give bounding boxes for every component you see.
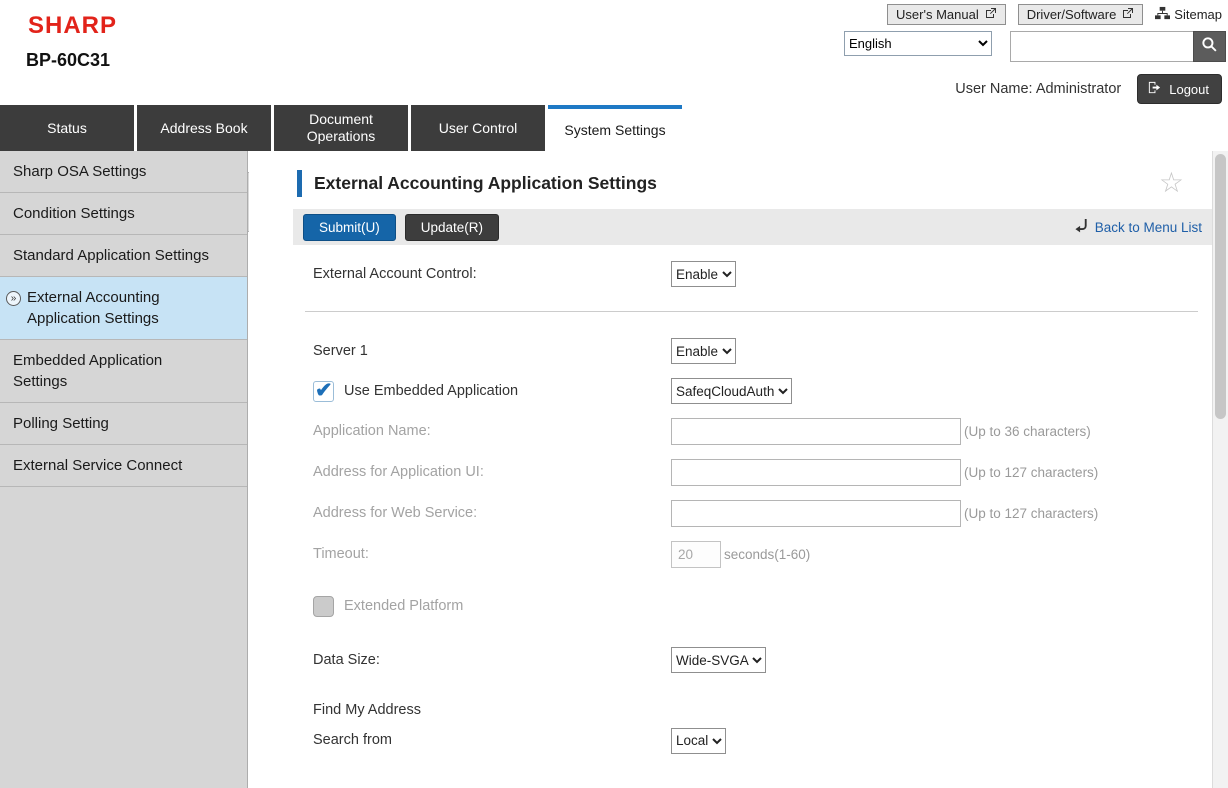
search-icon (1201, 36, 1218, 58)
extended-platform-checkbox[interactable] (313, 596, 334, 617)
external-account-control-row: External Account Control: Enable (313, 261, 1198, 287)
address-web-service-input[interactable] (671, 500, 961, 527)
back-to-menu-label: Back to Menu List (1095, 220, 1202, 235)
main-tab-bar: Status Address Book Document Operations … (0, 105, 1228, 151)
current-item-icon: » (6, 291, 21, 306)
external-link-icon (985, 7, 997, 22)
sidebar-item-condition-settings[interactable]: Condition Settings (0, 193, 247, 235)
external-link-icon (1122, 7, 1134, 22)
scrollbar-thumb[interactable] (1215, 154, 1226, 419)
sidebar-item-polling-setting[interactable]: Polling Setting (0, 403, 247, 445)
user-name-label: User Name: Administrator (955, 81, 1121, 97)
sidebar-item-external-accounting-application-settings[interactable]: » External Accounting Application Settin… (0, 277, 247, 340)
vertical-scrollbar[interactable] (1212, 151, 1228, 788)
title-row: External Accounting Application Settings… (297, 169, 1198, 197)
data-size-select[interactable]: Wide-SVGA (671, 647, 766, 673)
application-name-label: Application Name: (313, 422, 671, 441)
sidebar-item-sharp-osa-settings[interactable]: Sharp OSA Settings (0, 151, 247, 193)
tab-user-control[interactable]: User Control (411, 105, 545, 151)
use-embedded-application-checkbox[interactable]: ✔ (313, 381, 334, 402)
checkmark-icon: ✔ (315, 377, 333, 404)
favorite-star-icon[interactable]: ☆ (1159, 169, 1184, 197)
tab-document-operations[interactable]: Document Operations (274, 105, 408, 151)
back-to-menu-link[interactable]: Back to Menu List (1074, 218, 1202, 237)
back-icon (1074, 218, 1089, 237)
timeout-input[interactable] (671, 541, 721, 568)
sitemap-icon (1155, 6, 1170, 24)
external-account-control-select[interactable]: Enable (671, 261, 736, 287)
data-size-row: Data Size: Wide-SVGA (313, 647, 1198, 673)
search-from-label: Search from (313, 731, 671, 750)
address-application-ui-row: Address for Application UI: (Up to 127 c… (313, 459, 1198, 486)
address-application-ui-label: Address for Application UI: (313, 463, 671, 482)
timeout-hint: seconds(1-60) (724, 547, 810, 562)
device-model: BP-60C31 (26, 50, 110, 71)
page-header: SHARP BP-60C31 User's Manual Driver/Soft… (0, 0, 1228, 105)
tab-system-settings[interactable]: System Settings (548, 105, 682, 151)
title-accent-bar (297, 170, 302, 197)
sharp-logo: SHARP (28, 12, 117, 40)
main-content: External Accounting Application Settings… (249, 151, 1212, 788)
application-name-row: Application Name: (Up to 36 characters) (313, 418, 1198, 445)
search-button[interactable] (1193, 31, 1226, 62)
update-button[interactable]: Update(R) (405, 214, 499, 241)
use-embedded-application-label: Use Embedded Application (344, 382, 518, 401)
address-web-service-hint: (Up to 127 characters) (964, 506, 1098, 521)
use-embedded-application-row: ✔ Use Embedded Application SafeqCloudAut… (313, 378, 1198, 404)
header-user-row: User Name: Administrator Logout (955, 74, 1222, 104)
sidebar-item-label: External Accounting Application Settings (27, 289, 160, 327)
server1-row: Server 1 Enable (313, 338, 1198, 364)
tab-status[interactable]: Status (0, 105, 134, 151)
settings-sidebar: Sharp OSA Settings Condition Settings St… (0, 151, 248, 788)
logout-label: Logout (1169, 82, 1209, 97)
sidebar-item-external-service-connect[interactable]: External Service Connect (0, 445, 247, 487)
header-links-row: User's Manual Driver/Software Sitemap (887, 4, 1222, 25)
find-my-address-label: Find My Address (313, 701, 671, 720)
action-toolbar: Submit(U) Update(R) Back to Menu List (293, 209, 1212, 245)
search-from-row: Search from Local (313, 728, 1198, 754)
tab-address-book[interactable]: Address Book (137, 105, 271, 151)
driver-software-label: Driver/Software (1027, 7, 1117, 22)
address-application-ui-hint: (Up to 127 characters) (964, 465, 1098, 480)
timeout-row: Timeout: seconds(1-60) (313, 541, 1198, 568)
server1-label: Server 1 (313, 342, 671, 361)
page-title: External Accounting Application Settings (314, 173, 1159, 194)
users-manual-label: User's Manual (896, 7, 979, 22)
timeout-label: Timeout: (313, 545, 671, 564)
data-size-label: Data Size: (313, 651, 671, 670)
application-name-input[interactable] (671, 418, 961, 445)
address-web-service-row: Address for Web Service: (Up to 127 char… (313, 500, 1198, 527)
search-from-select[interactable]: Local (671, 728, 726, 754)
header-tools-row: English (844, 31, 1226, 62)
sitemap-link[interactable]: Sitemap (1155, 6, 1222, 24)
search-box (1010, 31, 1226, 62)
extended-platform-row: Extended Platform (313, 596, 1198, 617)
server1-enable-select[interactable]: Enable (671, 338, 736, 364)
extended-platform-field: Extended Platform (313, 596, 671, 617)
find-my-address-row: Find My Address (313, 701, 1198, 720)
logout-icon (1147, 80, 1162, 98)
users-manual-button[interactable]: User's Manual (887, 4, 1006, 25)
logout-button[interactable]: Logout (1137, 74, 1222, 104)
settings-form: External Account Control: Enable Server … (313, 261, 1198, 754)
sidebar-item-standard-application-settings[interactable]: Standard Application Settings (0, 235, 247, 277)
extended-platform-label: Extended Platform (344, 597, 463, 616)
embedded-application-select[interactable]: SafeqCloudAuth (671, 378, 792, 404)
application-name-hint: (Up to 36 characters) (964, 424, 1091, 439)
sidebar-item-embedded-application-settings[interactable]: Embedded Application Settings (0, 340, 247, 403)
sitemap-label: Sitemap (1174, 7, 1222, 22)
language-select[interactable]: English (844, 31, 992, 56)
address-web-service-label: Address for Web Service: (313, 504, 671, 523)
driver-software-button[interactable]: Driver/Software (1018, 4, 1144, 25)
external-account-control-label: External Account Control: (313, 265, 671, 284)
use-embedded-application-field: ✔ Use Embedded Application (313, 381, 671, 402)
section-divider (305, 311, 1198, 312)
search-input[interactable] (1010, 31, 1193, 62)
address-application-ui-input[interactable] (671, 459, 961, 486)
submit-button[interactable]: Submit(U) (303, 214, 396, 241)
